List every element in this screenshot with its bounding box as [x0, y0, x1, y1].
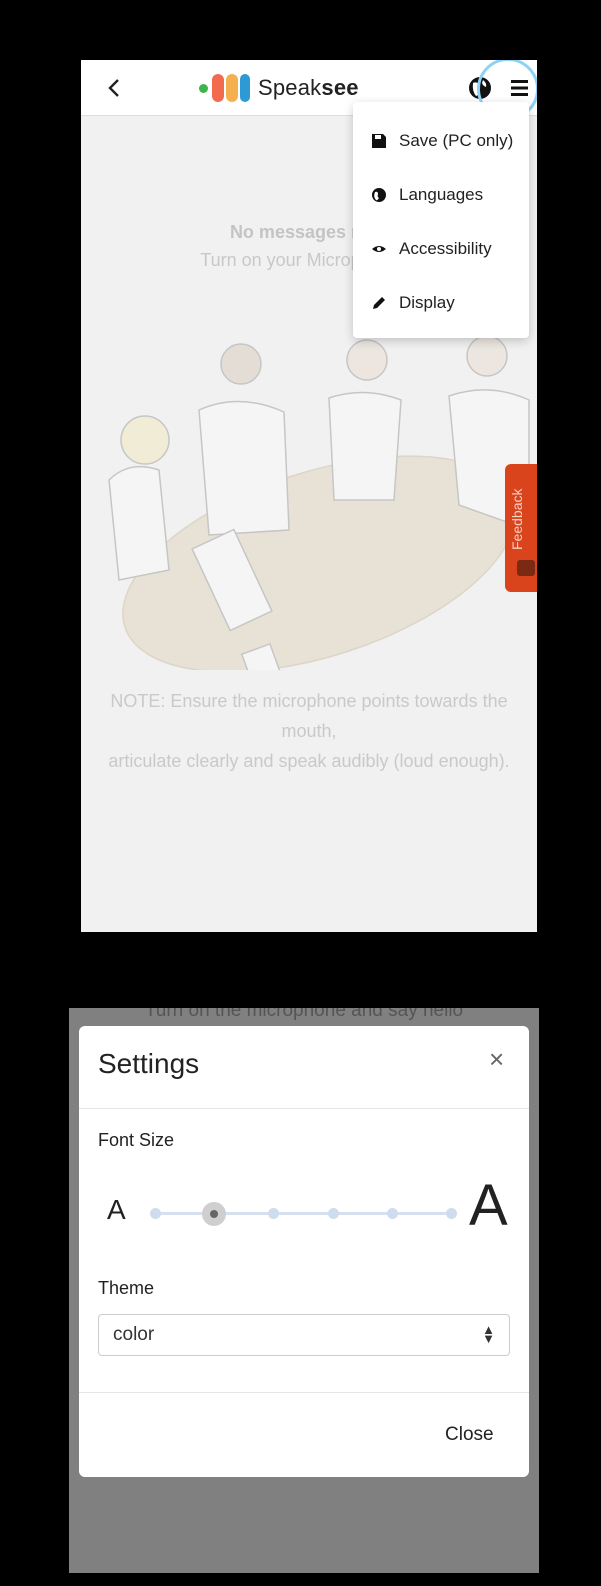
menu-item-save[interactable]: Save (PC only)	[371, 126, 513, 156]
slider-step[interactable]	[268, 1208, 280, 1219]
close-icon[interactable]: ×	[489, 1044, 504, 1075]
back-arrow-icon[interactable]	[101, 74, 129, 102]
globe-icon	[372, 188, 386, 202]
menu-item-label: Save (PC only)	[399, 131, 514, 150]
save-icon	[372, 134, 386, 148]
pencil-icon	[373, 297, 385, 309]
menu-item-label: Languages	[399, 185, 484, 204]
brand-name: Speaksee	[258, 75, 359, 100]
close-button[interactable]: Close	[445, 1424, 494, 1446]
feedback-icon	[517, 560, 535, 576]
theme-select[interactable]: color ▲ ▼	[98, 1314, 510, 1356]
divider	[79, 1392, 529, 1393]
settings-modal: Settings × Font Size A A Theme color ▲ ▼ …	[79, 1026, 529, 1477]
main-screen: Speaksee No messages rece Turn on your M…	[81, 60, 537, 932]
small-font-icon: A	[107, 1194, 126, 1225]
logo-dot	[199, 83, 208, 93]
slider-step[interactable]	[446, 1208, 457, 1219]
menu-item-display[interactable]: Display	[371, 288, 455, 318]
menu-item-languages[interactable]: Languages	[371, 180, 483, 210]
theme-select-value: color	[113, 1324, 155, 1345]
meeting-illustration	[108, 335, 530, 670]
font-size-label: Font Size	[98, 1130, 175, 1150]
slider-step[interactable]	[150, 1208, 161, 1219]
large-font-icon: A	[469, 1173, 508, 1238]
settings-screen: Turn on the microphone and say hello Set…	[69, 1008, 539, 1573]
theme-label: Theme	[98, 1278, 155, 1298]
slider-track	[155, 1212, 451, 1215]
app-logo: Speaksee	[199, 73, 359, 103]
menu-item-label: Accessibility	[399, 239, 492, 258]
modal-title: Settings	[98, 1048, 200, 1079]
background-hint-text: Turn on the microphone and say hello	[144, 1008, 464, 1021]
menu-item-label: Display	[399, 293, 455, 312]
eye-icon	[372, 246, 386, 252]
logo-bar	[212, 74, 224, 102]
logo-bar	[240, 74, 250, 102]
font-size-slider[interactable]	[150, 1202, 457, 1226]
feedback-tab[interactable]: Feedback	[505, 464, 537, 592]
hamburger-menu-icon[interactable]	[505, 74, 535, 102]
header-dropdown-menu: Save (PC only) Languages Accessibility D…	[353, 102, 529, 338]
note-line: articulate clearly and speak audibly (lo…	[108, 751, 510, 771]
feedback-label: Feedback	[509, 488, 525, 550]
note-line: mouth,	[281, 721, 337, 741]
divider	[79, 1108, 529, 1109]
slider-thumb[interactable]	[202, 1202, 227, 1226]
slider-step[interactable]	[386, 1208, 398, 1219]
select-arrows-icon: ▲ ▼	[482, 1322, 495, 1346]
microphone-note: NOTE: Ensure the microphone points towar…	[81, 686, 537, 776]
logo-bar	[226, 74, 238, 102]
menu-item-accessibility[interactable]: Accessibility	[371, 234, 492, 264]
slider-step[interactable]	[327, 1208, 339, 1219]
note-line: NOTE: Ensure the microphone points towar…	[110, 691, 508, 711]
